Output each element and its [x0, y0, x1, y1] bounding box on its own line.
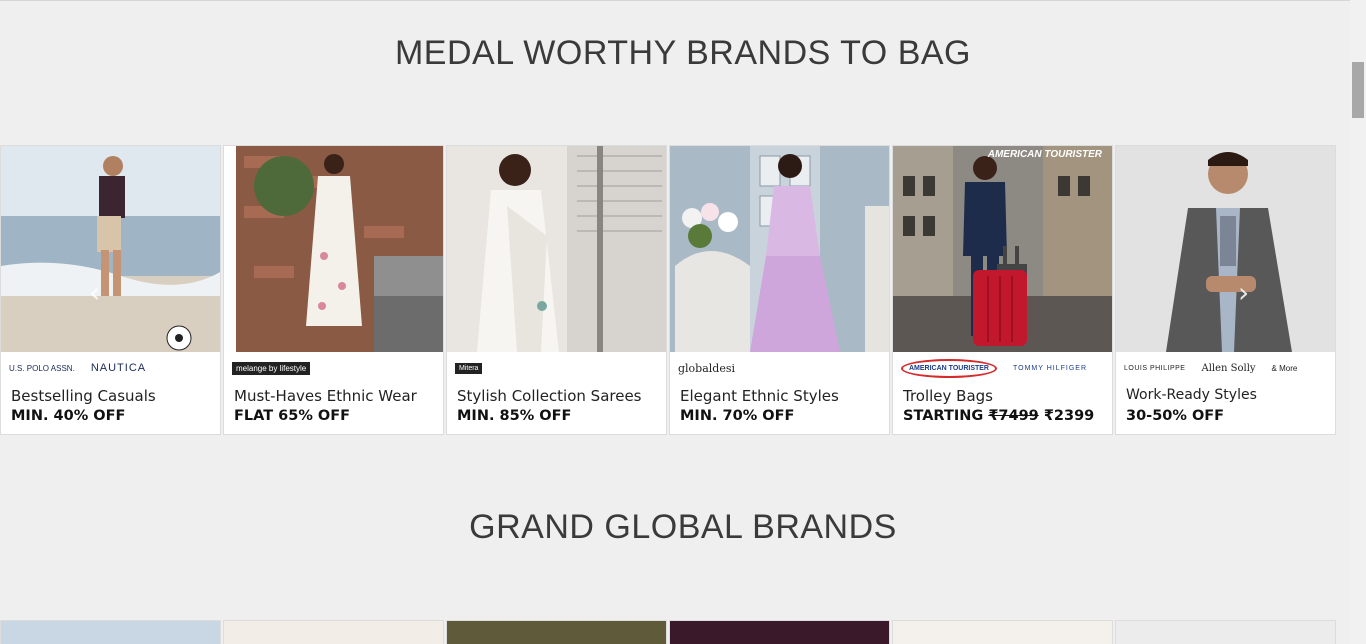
- offer-original-price: ₹7499: [988, 408, 1039, 424]
- page-scrollbar[interactable]: [1350, 0, 1366, 644]
- card-offer: FLAT 65% OFF: [234, 408, 351, 424]
- card-offer: 30-50% OFF: [1126, 408, 1225, 424]
- brand-card-ethnic-styles[interactable]: globaldesi Elegant Ethnic Styles MIN. 70…: [669, 145, 890, 435]
- section-title-grand-global-brands: GRAND GLOBAL BRANDS: [469, 508, 897, 546]
- card-title: Elegant Ethnic Styles: [680, 387, 839, 405]
- card-image-work-ready: ›: [1116, 146, 1335, 352]
- card-offer: MIN. 40% OFF: [11, 408, 126, 424]
- scrollbar-thumb[interactable]: [1352, 62, 1364, 118]
- brand-logo-mitera: Mitera: [455, 362, 483, 374]
- brand-card-work-ready[interactable]: › LOUIS PHILIPPE Allen Solly & More Work…: [1115, 145, 1336, 435]
- card-title: Trolley Bags: [903, 387, 993, 405]
- card-image-trolley-bags: AMERICAN TOURISTER: [893, 146, 1112, 352]
- card-title: Must-Haves Ethnic Wear: [234, 387, 417, 405]
- brand-logos-row: Mitera: [455, 354, 658, 382]
- brand-logo-tommy-hilfiger: TOMMY HILFIGER: [1012, 364, 1088, 372]
- brand-card-ethnic-wear[interactable]: melange by lifestyle Must-Haves Ethnic W…: [223, 145, 444, 435]
- card-title: Bestselling Casuals: [11, 387, 156, 405]
- brand-card-sarees[interactable]: Mitera Stylish Collection Sarees MIN. 85…: [446, 145, 667, 435]
- brand-logo-louis-philippe: LOUIS PHILIPPE: [1124, 364, 1186, 372]
- brand-logo-globaldesi: globaldesi: [678, 361, 736, 375]
- top-divider: [0, 0, 1350, 1]
- brand-card-trolley-bags[interactable]: AMERICAN TOURISTER AMERICAN TOURISTER TO…: [892, 145, 1113, 435]
- brand-logo-us-polo: U.S. POLO ASSN.: [9, 363, 75, 373]
- brand-logo-nautica: NAUTICA: [90, 362, 147, 374]
- global-brand-card[interactable]: [669, 620, 890, 644]
- global-brand-card[interactable]: [892, 620, 1113, 644]
- image-brand-badge: AMERICAN TOURISTER: [987, 149, 1102, 160]
- global-brands-carousel: [0, 620, 1338, 644]
- brand-cards-carousel: ‹ U.S. POLO ASSN. NAUTICA Bestselling Ca…: [0, 145, 1338, 437]
- card-image-ethnic-wear: [224, 146, 443, 352]
- card-image-casuals: ‹: [1, 146, 220, 352]
- card-offer: MIN. 70% OFF: [680, 408, 795, 424]
- global-brand-card[interactable]: [223, 620, 444, 644]
- card-offer: STARTING ₹7499 ₹2399: [903, 408, 1094, 424]
- card-title: Work-Ready Styles: [1126, 387, 1257, 403]
- brand-logos-row: melange by lifestyle: [232, 354, 435, 382]
- chevron-right-icon[interactable]: ›: [1238, 276, 1249, 309]
- offer-prefix: STARTING: [903, 408, 989, 424]
- brand-logos-row: U.S. POLO ASSN. NAUTICA: [9, 354, 212, 382]
- brand-logos-row: AMERICAN TOURISTER TOMMY HILFIGER: [901, 354, 1104, 382]
- brand-logo-melange: melange by lifestyle: [232, 361, 311, 375]
- global-brand-card[interactable]: [0, 620, 221, 644]
- brand-logo-american-tourister: AMERICAN TOURISTER: [901, 358, 997, 378]
- card-image-ethnic-styles: [670, 146, 889, 352]
- brand-more-label: & More: [1271, 363, 1298, 373]
- global-brand-card[interactable]: [1115, 620, 1336, 644]
- brand-logo-allen-solly: Allen Solly: [1201, 362, 1256, 374]
- brand-logos-row: LOUIS PHILIPPE Allen Solly & More: [1124, 354, 1327, 382]
- page: MEDAL WORTHY BRANDS TO BAG ‹ U.S. POLO A…: [0, 0, 1366, 644]
- brand-logos-row: globaldesi: [678, 354, 881, 382]
- chevron-left-icon[interactable]: ‹: [89, 276, 100, 309]
- card-image-sarees: [447, 146, 666, 352]
- global-brand-card[interactable]: [446, 620, 667, 644]
- brand-card-bestselling-casuals[interactable]: ‹ U.S. POLO ASSN. NAUTICA Bestselling Ca…: [0, 145, 221, 435]
- offer-sale-price: ₹2399: [1038, 408, 1095, 424]
- card-offer: MIN. 85% OFF: [457, 408, 572, 424]
- section-title-medal-worthy-brands: MEDAL WORTHY BRANDS TO BAG: [394, 34, 971, 72]
- card-title: Stylish Collection Sarees: [457, 387, 642, 405]
